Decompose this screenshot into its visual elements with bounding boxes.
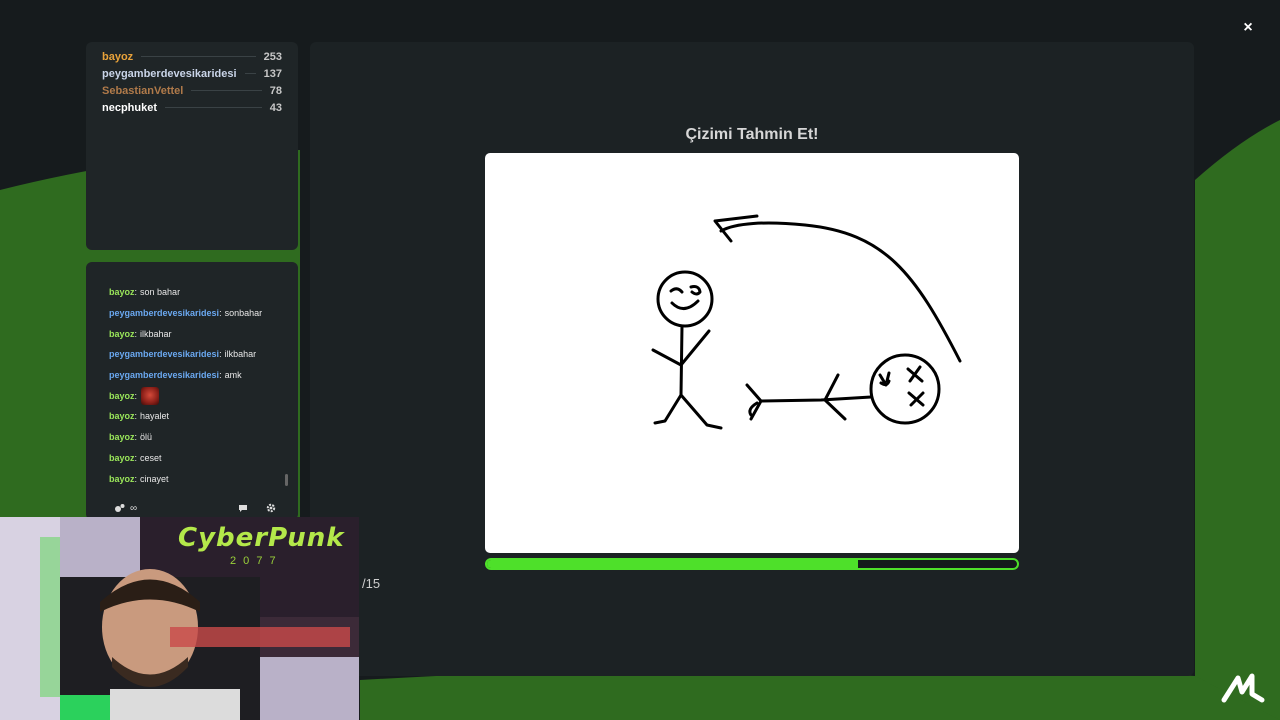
chat-message: bayoz: ölü [109, 432, 153, 443]
player-score: 78 [269, 84, 282, 97]
chat-text: sonbahar [224, 308, 263, 319]
player-score: 253 [263, 50, 282, 63]
chat-panel: bayoz: son bahar peygamberdevesikaridesi: s… [86, 262, 298, 520]
chat-message: peygamberdevesikaridesi: ilkbahar [109, 349, 257, 360]
cyberpunk-logo-sub: 2 0 7 7 [230, 555, 278, 567]
cyberpunk-logo-text: CyberPunk [178, 523, 345, 553]
chat-text: ilkbahar [224, 349, 257, 360]
chat-username[interactable]: bayoz [109, 411, 135, 421]
chat-username[interactable]: bayoz [109, 391, 135, 401]
chat-username[interactable]: bayoz [109, 453, 135, 463]
chat-text: amk [224, 370, 242, 381]
chat-text: ölü [140, 432, 153, 443]
chat-text: ilkbahar [140, 328, 172, 339]
chat-message: bayoz: hayalet [109, 411, 170, 422]
player-name: bayoz [102, 50, 134, 63]
brand-logo-icon[interactable] [1220, 668, 1266, 708]
webcam-overlay: CyberPunk 2 0 7 7 [0, 517, 359, 720]
row-divider [165, 107, 262, 108]
player-score: 43 [269, 101, 282, 114]
row-divider [141, 56, 256, 57]
chat-text: son bahar [140, 287, 181, 298]
leaderboard-row: SebastianVettel 78 [102, 82, 282, 99]
timer-progress-bar [485, 558, 1019, 570]
leaderboard-row: peygamberdevesikaridesi 137 [102, 65, 282, 82]
chat-text: hayalet [140, 411, 170, 422]
chat-username[interactable]: bayoz [109, 287, 135, 297]
timer-progress-fill [487, 560, 858, 568]
chat-username[interactable]: peygamberdevesikaridesi [109, 308, 219, 318]
leaderboard-panel: bayoz 253 peygamberdevesikaridesi 137 Sebast… [86, 42, 298, 250]
row-divider [191, 90, 262, 91]
chat-text: cinayet [140, 473, 169, 484]
chat-username[interactable]: bayoz [109, 329, 135, 339]
player-name: peygamberdevesikaridesi [102, 67, 237, 80]
chat-message-list: bayoz: son bahar peygamberdevesikaridesi: s… [109, 282, 298, 489]
chat-message: bayoz: cinayet [109, 473, 169, 484]
round-counter: /15 [362, 576, 381, 591]
close-button[interactable]: × [1236, 16, 1260, 40]
chat-bubble-icon[interactable] [238, 504, 248, 513]
row-divider [244, 73, 256, 74]
chat-message: bayoz: [109, 385, 298, 406]
drawing-canvas[interactable] [485, 153, 1019, 553]
viewer-count: ∞ [130, 502, 138, 514]
chat-text: ceset [140, 452, 162, 463]
chat-username[interactable]: bayoz [109, 474, 135, 484]
stick-figure-drawing [651, 214, 962, 430]
chat-message: bayoz: ceset [109, 452, 162, 463]
chat-username[interactable]: peygamberdevesikaridesi [109, 370, 219, 380]
users-icon[interactable] [114, 503, 126, 513]
game-title: Çizimi Tahmin Et! [685, 126, 819, 143]
chat-message: peygamberdevesikaridesi: sonbahar [109, 308, 263, 319]
player-name: necphuket [102, 101, 158, 114]
leaderboard-row: necphuket 43 [102, 99, 282, 116]
chat-message: bayoz: son bahar [109, 287, 181, 298]
player-name: SebastianVettel [102, 84, 184, 97]
chat-username[interactable]: bayoz [109, 432, 135, 442]
gear-icon[interactable] [266, 503, 276, 513]
game-stage: Çizimi Tahmin Et! [310, 42, 1194, 676]
chat-scrollbar[interactable] [285, 474, 288, 486]
chat-username[interactable]: peygamberdevesikaridesi [109, 349, 219, 359]
chat-message: bayoz: ilkbahar [109, 328, 172, 339]
chat-footer: ∞ [86, 500, 298, 516]
chat-message: peygamberdevesikaridesi: amk [109, 370, 242, 381]
devil-emote [141, 386, 160, 405]
player-score: 137 [263, 67, 282, 80]
leaderboard-row: bayoz 253 [102, 48, 282, 65]
